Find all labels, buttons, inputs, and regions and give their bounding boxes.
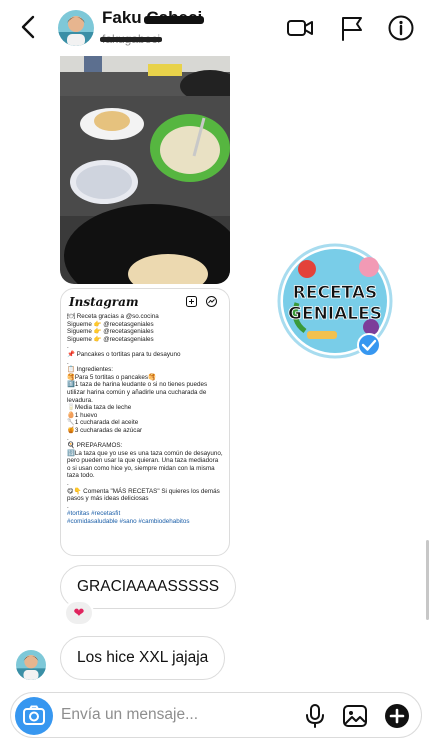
shared-post-card[interactable]: Instagram 🍽 Receta gracias a @so.cocina … [60, 288, 230, 556]
heart-icon: ❤ [73, 605, 85, 620]
instagram-logo: Instagram [69, 295, 139, 309]
gallery-icon[interactable] [341, 702, 369, 730]
messenger-icon [206, 296, 217, 307]
heart-reaction[interactable]: ❤ [64, 600, 94, 626]
contact-name[interactable]: Faku Cabeci [102, 8, 204, 28]
caption-cta: 😋👇 Comenta "MÁS RECETAS" Si quieres los … [67, 487, 220, 510]
caption-preparation: 🍳 PREPARAMOS: 🔢La taza que yo use es una… [67, 442, 223, 488]
add-circle-icon[interactable] [383, 702, 411, 730]
camera-button[interactable] [15, 697, 53, 735]
contact-avatar[interactable] [58, 10, 94, 46]
microphone-icon[interactable] [301, 702, 329, 730]
camera-icon [23, 705, 45, 725]
message-bubble-received[interactable]: Los hice XXL jajaja [60, 636, 226, 680]
chat-header: Faku Cabeci fakugabeci [0, 0, 432, 56]
back-arrow-icon[interactable] [16, 14, 42, 40]
caption-ingredients: 📋 Ingredientes: 🥞Para 5 tortitas o panca… [67, 366, 208, 442]
flag-icon[interactable] [338, 14, 366, 42]
info-icon[interactable] [387, 14, 415, 42]
message-text: Los hice XXL jajaja [77, 649, 209, 666]
message-text: GRACIAAAASSSSS [77, 578, 220, 595]
shared-photo-cooking[interactable] [60, 56, 230, 284]
recetas-geniales-sticker[interactable]: RECETAS GENIALES [277, 243, 393, 359]
add-square-icon [186, 296, 197, 307]
post-caption: 🍽 Receta gracias a @so.cocina Sigueme 👉 … [67, 313, 223, 526]
contact-last-name-redacted: Cabeci [144, 8, 204, 27]
message-composer [10, 692, 422, 738]
contact-avatar-small[interactable] [16, 650, 46, 680]
contact-first-name: Faku [102, 8, 142, 27]
caption-title: 📌 Pancakes o tortitas para tu desayuno . [67, 350, 181, 366]
post-header: Instagram [69, 293, 221, 311]
message-input[interactable] [61, 697, 291, 733]
sticker-line2: GENIALES [288, 304, 382, 324]
caption-credits: 🍽 Receta gracias a @so.cocina Sigueme 👉 … [67, 313, 159, 351]
contact-username-redacted: fakugabeci [99, 32, 163, 46]
sticker-line1: RECETAS [293, 283, 377, 303]
scrollbar[interactable] [426, 540, 429, 620]
video-call-icon[interactable] [286, 14, 314, 42]
caption-hashtags: #tortitas #recetasfit #comidasaludable #… [67, 510, 190, 526]
